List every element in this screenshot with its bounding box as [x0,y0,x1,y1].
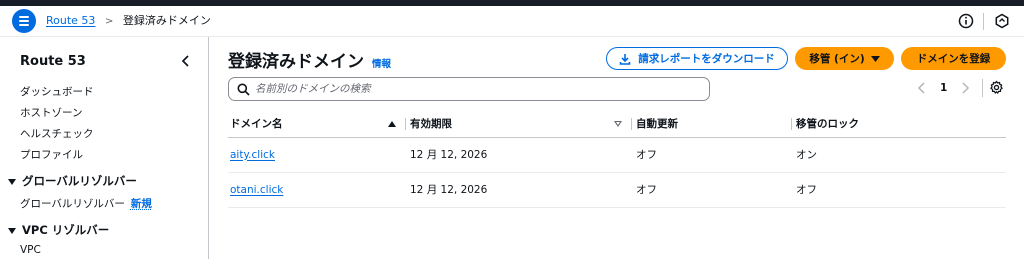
new-badge: 新規 [130,198,152,210]
domain-name-cell: otani.click [228,172,408,208]
hamburger-menu-icon[interactable] [12,9,36,33]
domain-link[interactable]: otani.click [230,184,283,196]
column-divider[interactable] [405,118,406,130]
sidebar-nav: Route 53 ダッシュボード ホストゾーン ヘルスチェック プロファイル グ… [0,37,209,259]
breadcrumb-current: 登録済みドメイン [122,14,211,27]
domain-link[interactable]: aity.click [230,149,275,161]
sidebar-item-profiles[interactable]: プロファイル [20,147,83,162]
register-button-label: ドメインを登録 [916,53,991,65]
sort-descending-icon[interactable] [614,121,622,127]
domain-search-field [228,77,710,101]
auto-renew-cell: オフ [634,172,794,208]
transfer-button-label: 移管 (イン) [809,53,865,65]
header-divider [983,13,984,30]
download-billing-report-button[interactable]: 請求レポートをダウンロード [606,47,788,70]
column-header-auto-renew[interactable]: 自動更新 [634,111,794,138]
table-row: otani.click 12 月 12, 2026 オフ オフ [228,172,1006,208]
transfer-in-button[interactable]: 移管 (イン) [795,47,894,70]
sidebar-section-vpc-resolver[interactable]: VPC リゾルバー [8,222,109,238]
auto-renew-cell: オフ [634,137,794,173]
collapse-sidebar-icon[interactable] [180,54,192,68]
gear-icon[interactable] [989,80,1004,95]
breadcrumb: Route 53 > 登録済みドメイン [46,14,211,29]
caret-down-icon [870,55,880,62]
pagination-divider [982,79,983,97]
transfer-lock-cell: オン [794,137,1006,173]
sidebar-item-dashboard[interactable]: ダッシュボード [20,84,94,99]
breadcrumb-route53-link[interactable]: Route 53 [46,14,95,27]
domain-name-cell: aity.click [228,137,408,173]
page-title: 登録済みドメイン [228,52,364,72]
column-header-label: 移管のロック [796,118,859,131]
table-header-row: ドメイン名 有効期限 自動更新 移管のロック [228,111,1006,138]
column-divider[interactable] [631,118,632,130]
sidebar-section-label: グローバルリゾルバー [22,174,137,188]
sidebar-section-label: VPC リゾルバー [22,223,110,237]
caret-down-icon [8,227,16,234]
sidebar-item-vpc[interactable]: VPC [20,244,41,256]
column-header-label: 有効期限 [410,118,452,131]
column-divider[interactable] [791,118,792,130]
sidebar-item-label: グローバルリゾルバー [20,198,125,210]
column-header-expiration[interactable]: 有効期限 [408,111,634,138]
sort-ascending-icon[interactable] [388,121,396,127]
caret-down-icon [8,178,16,185]
previous-page-icon[interactable] [915,79,929,97]
column-header-label: ドメイン名 [230,118,283,131]
notification-icon[interactable] [993,12,1011,30]
domains-table: ドメイン名 有効期限 自動更新 移管のロック aity.click 12 月 1… [228,111,1006,208]
column-header-label: 自動更新 [636,118,678,131]
breadcrumb-separator-icon: > [104,16,114,27]
column-header-transfer-lock[interactable]: 移管のロック [794,111,1006,138]
next-page-icon[interactable] [958,79,972,97]
column-header-domain-name[interactable]: ドメイン名 [228,111,408,138]
register-domain-button[interactable]: ドメインを登録 [901,47,1006,70]
sidebar-item-health-checks[interactable]: ヘルスチェック [20,126,94,141]
download-icon [619,53,631,65]
top-header: Route 53 > 登録済みドメイン [0,6,1024,37]
sidebar-title: Route 53 [20,54,86,69]
table-row: aity.click 12 月 12, 2026 オフ オン [228,137,1006,173]
transfer-lock-cell: オフ [794,172,1006,208]
expiration-cell: 12 月 12, 2026 [408,137,634,173]
expiration-cell: 12 月 12, 2026 [408,172,634,208]
sidebar-section-global-resolver[interactable]: グローバルリゾルバー [8,173,137,189]
search-input[interactable] [255,80,695,98]
info-circle-icon[interactable] [957,12,975,30]
search-icon [237,83,250,96]
current-page-number[interactable]: 1 [940,82,947,94]
download-button-label: 請求レポートをダウンロード [638,53,775,65]
main-content: 登録済みドメイン 情報 請求レポートをダウンロード 移管 (イン) ドメインを登… [210,37,1024,259]
sidebar-item-hosted-zones[interactable]: ホストゾーン [20,105,82,120]
sidebar-item-global-resolver[interactable]: グローバルリゾルバー 新規 [20,196,152,211]
info-link[interactable]: 情報 [372,56,391,70]
